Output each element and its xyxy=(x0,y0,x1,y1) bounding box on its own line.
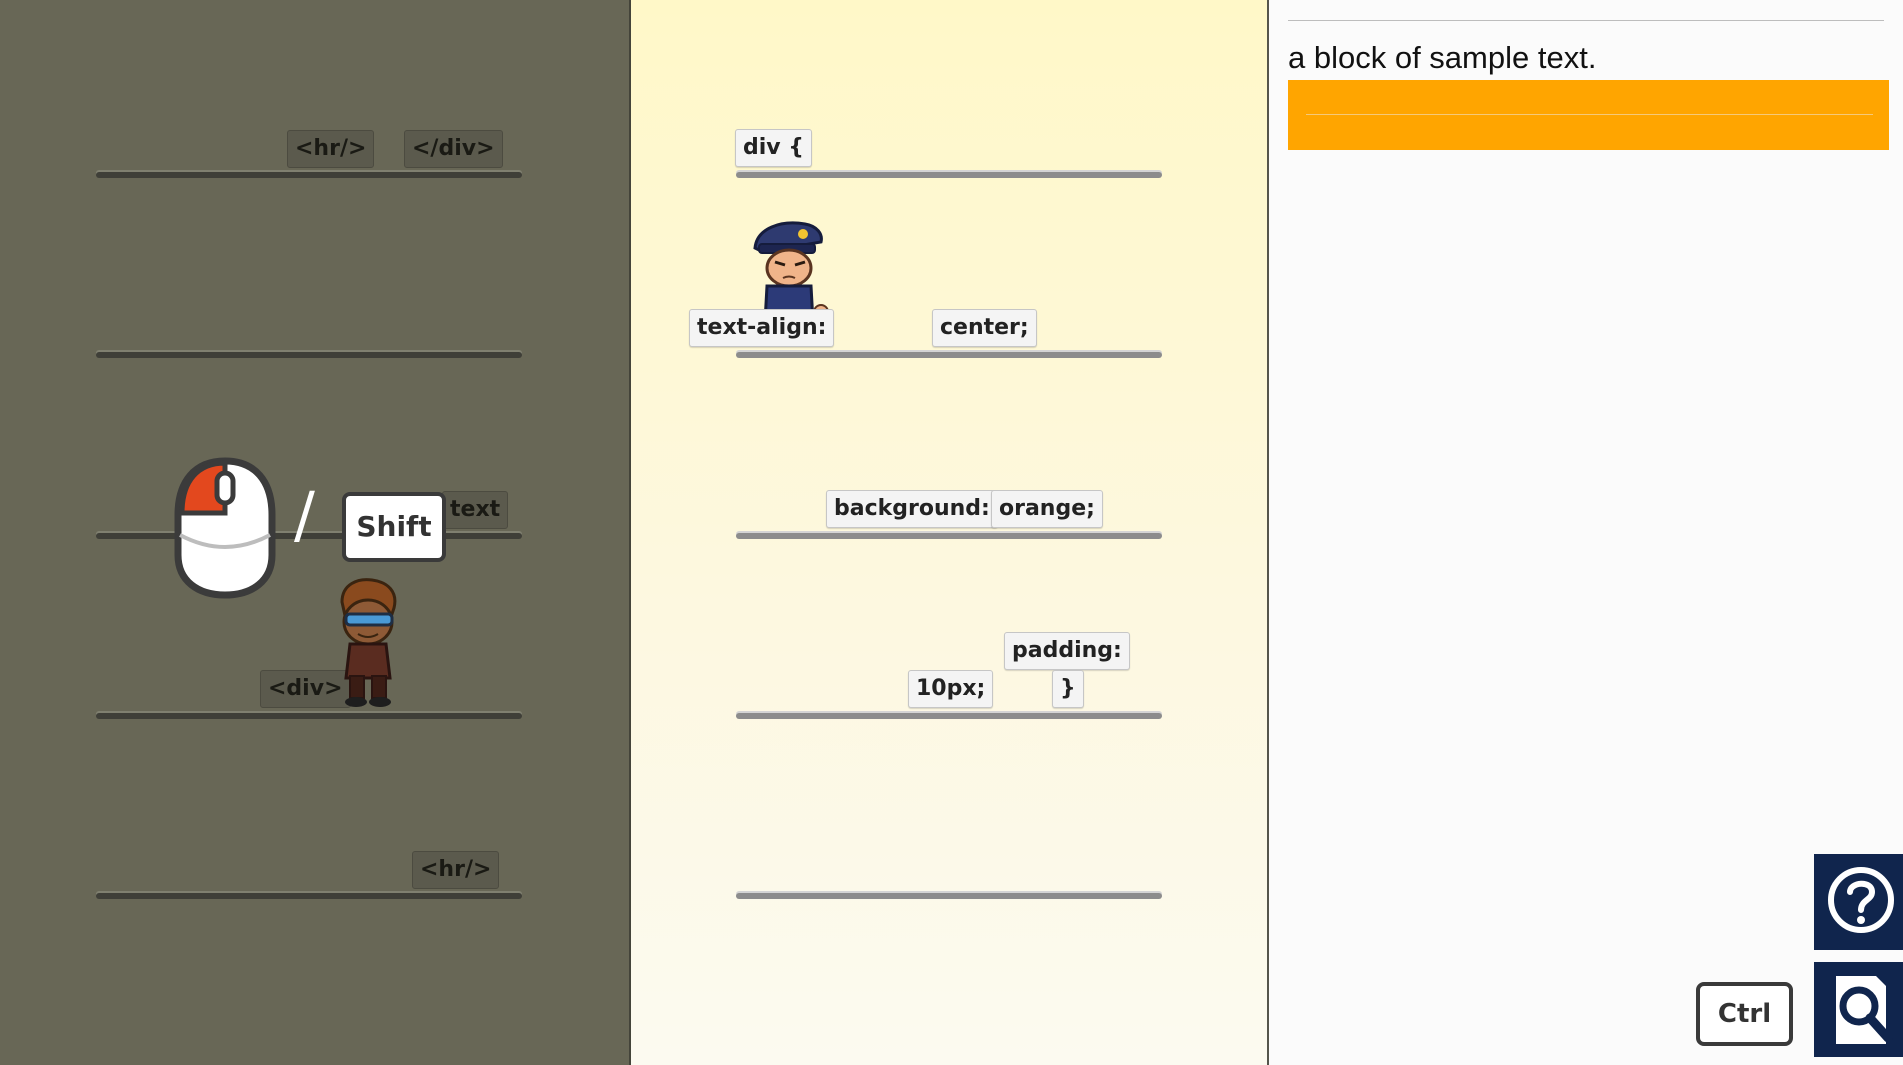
token-padding-prop[interactable]: padding: xyxy=(1004,632,1130,670)
help-button[interactable] xyxy=(1814,854,1903,950)
shelf-4 xyxy=(96,713,522,719)
shelf-1 xyxy=(736,172,1162,178)
zoom-preview-button[interactable] xyxy=(1814,962,1903,1057)
html-code-panel: <hr/> </div> text <div> <hr/> / Shift xyxy=(0,0,629,1065)
preview-inner-hr xyxy=(1306,114,1873,115)
shelf-1 xyxy=(96,172,522,178)
question-circle-icon xyxy=(1828,867,1894,933)
token-orange-value[interactable]: orange; xyxy=(991,490,1103,528)
shelf-5 xyxy=(736,893,1162,899)
magnifier-page-icon xyxy=(1836,976,1893,1044)
preview-hr xyxy=(1288,20,1884,21)
ctrl-key-button[interactable]: Ctrl xyxy=(1696,982,1793,1046)
token-div-selector[interactable]: div { xyxy=(735,129,812,167)
police-character[interactable] xyxy=(751,218,833,324)
token-hr-top[interactable]: <hr/> xyxy=(287,130,375,168)
shelf-2 xyxy=(96,352,522,358)
shelf-5 xyxy=(96,893,522,899)
shelf-3 xyxy=(736,533,1162,539)
token-div-close[interactable]: </div> xyxy=(404,130,503,168)
preview-panel: a block of sample text. Ctrl xyxy=(1269,0,1903,1065)
token-text-align-prop[interactable]: text-align: xyxy=(689,309,835,347)
token-hr-bottom[interactable]: <hr/> xyxy=(412,851,500,889)
token-close-brace[interactable]: } xyxy=(1052,670,1084,708)
css-code-panel: div { text-align: center; background: or… xyxy=(629,0,1269,1065)
token-padding-value[interactable]: 10px; xyxy=(908,670,994,708)
token-text[interactable]: text xyxy=(442,491,509,529)
shelf-4 xyxy=(736,713,1162,719)
player-character[interactable] xyxy=(328,578,408,708)
token-background-prop[interactable]: background: xyxy=(826,490,998,528)
token-center-value[interactable]: center; xyxy=(932,309,1037,347)
shelf-2 xyxy=(736,352,1162,358)
hint-slash: / xyxy=(294,478,315,551)
preview-orange-div xyxy=(1288,80,1889,150)
mouse-icon xyxy=(170,455,280,600)
shift-key-icon: Shift xyxy=(342,492,446,562)
preview-sample-text: a block of sample text. xyxy=(1288,40,1597,75)
